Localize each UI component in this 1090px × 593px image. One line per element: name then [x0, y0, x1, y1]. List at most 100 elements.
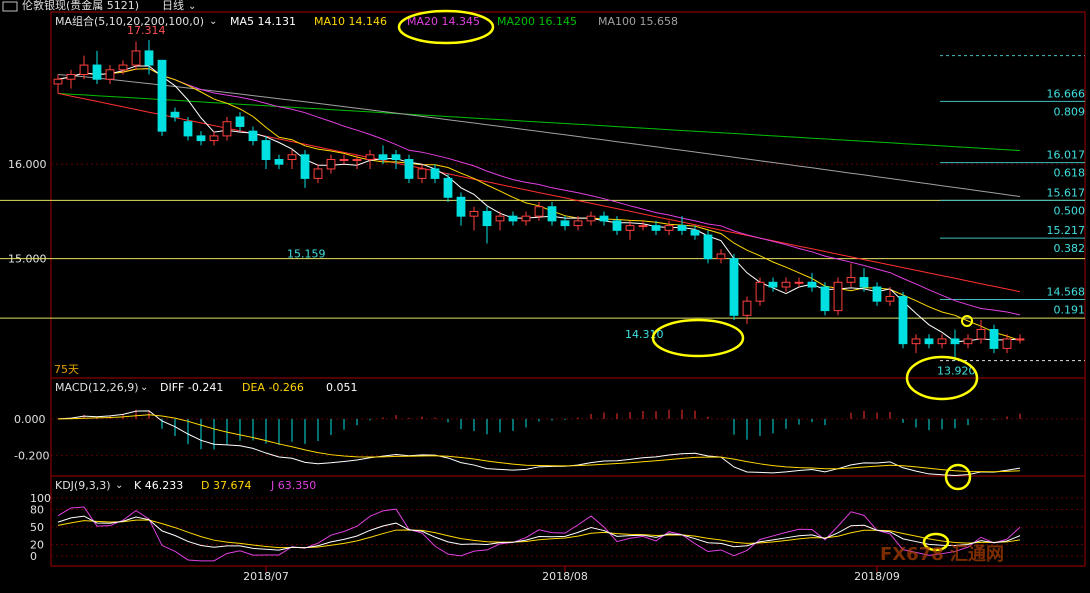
candle-body [469, 210, 479, 217]
candle-body [599, 215, 609, 222]
candle-body [794, 281, 804, 284]
main-y-axis: 16.00015.000 [8, 158, 1085, 266]
y-tick-label: 50 [30, 521, 44, 534]
candle-body [716, 253, 726, 260]
candle-body [963, 338, 973, 345]
fib-price-label: 15.617 [1047, 186, 1086, 199]
candle-body [300, 154, 310, 179]
macd-label[interactable]: MACD(12,26,9) [55, 381, 139, 394]
candle-body [742, 300, 752, 316]
macd-dea: DEA -0.266 [242, 381, 304, 394]
bars-count-label: 75天 [54, 363, 79, 376]
candle-body [989, 329, 999, 349]
candle-body [274, 159, 284, 165]
candle-body [482, 210, 492, 227]
chart-window: 伦敦银现(贵金属 5121) 日线 ⌄ MA组合(5,10,20,200,100… [0, 0, 1090, 589]
candle-body [846, 277, 856, 283]
candle-body [196, 135, 206, 142]
watermark: FX678 汇通网 [880, 544, 1004, 565]
kdj-j-line [57, 506, 1021, 562]
ma100-label: MA100 15.658 [598, 15, 678, 28]
candle-body [859, 277, 869, 288]
candle-body [326, 159, 336, 170]
period-selector[interactable]: 日线 [162, 0, 184, 12]
y-tick-label: 0.000 [14, 413, 46, 426]
candle-body [807, 281, 817, 288]
candle-body [768, 281, 778, 288]
fibonacci-levels: 16.666 0.809 16.017 0.618 15.617 0.500 15.217 0… [940, 87, 1085, 316]
macd-diff: DIFF -0.241 [160, 381, 223, 394]
y-tick-label: 80 [30, 504, 44, 517]
fib-ratio-label: 0.809 [1054, 105, 1086, 118]
candle-body [664, 225, 674, 231]
candle-body [222, 121, 232, 137]
chart-svg: 伦敦银现(贵金属 5121) 日线 ⌄ MA组合(5,10,20,200,100… [0, 0, 1086, 583]
instrument-title: 伦敦银现(贵金属 5121) [22, 0, 139, 12]
candle-body [170, 111, 180, 118]
candle-body [365, 154, 375, 160]
candle-body [443, 177, 453, 198]
fib-price-label: 16.017 [1047, 149, 1086, 162]
candle-body [131, 50, 141, 66]
ma200-line [57, 92, 1021, 151]
y-tick-label: -0.200 [14, 450, 49, 463]
candle-body [924, 338, 934, 345]
x-tick-label: 2018/07 [243, 570, 289, 583]
kdj-j: J 63.350 [270, 479, 316, 492]
kdj-legend: KDJ(9,3,3) ⌄ K 46.233 D 37.674 J 63.350 [55, 479, 316, 492]
kdj-d: D 37.674 [201, 479, 251, 492]
candle-body [287, 154, 297, 160]
chevron-down-icon[interactable]: ⌄ [140, 382, 148, 393]
candle-body [352, 159, 362, 161]
ma10-label: MA10 14.146 [314, 15, 387, 28]
candle-body [833, 281, 843, 312]
candle-body [53, 78, 63, 85]
candle-body [248, 130, 258, 142]
fib-price-label: 15.217 [1047, 224, 1086, 237]
candle-body [105, 69, 115, 80]
macd-plot [57, 409, 1021, 476]
candle-body [157, 59, 167, 132]
x-axis: 2018/07 2018/08 2018/09 [243, 566, 900, 583]
fib-ratio-label: 0.500 [1054, 204, 1086, 217]
candle-body [339, 159, 349, 161]
candle-body [508, 215, 518, 222]
candle-body [391, 154, 401, 160]
fib-ratio-label: 0.618 [1054, 167, 1086, 180]
candle-body [1015, 338, 1025, 341]
chevron-down-icon[interactable]: ⌄ [115, 480, 123, 491]
candle-body [378, 154, 388, 160]
fib-ratio-label: 0.191 [1054, 303, 1086, 316]
x-tick-label: 2018/08 [542, 570, 588, 583]
highlight-ellipse [944, 463, 972, 491]
candle-body [677, 225, 687, 231]
candle-body [586, 215, 596, 222]
candle-body [573, 220, 583, 227]
window-icon[interactable] [2, 1, 18, 12]
high-price-label: 17.314 [127, 24, 166, 37]
candle-body [625, 225, 635, 231]
chevron-down-icon[interactable]: ⌄ [188, 1, 196, 12]
candle-body [729, 258, 739, 316]
candle-body [183, 121, 193, 137]
candle-body [118, 64, 128, 71]
candle-body [638, 225, 648, 228]
candle-body [820, 286, 830, 312]
candle-body [66, 74, 76, 80]
candle-body [547, 206, 557, 222]
y-tick-label: 16.000 [8, 158, 47, 171]
low-price-labels: 15.15914.31013.920 [287, 248, 976, 378]
highlight-ellipse [651, 318, 745, 358]
fib-price-label: 14.568 [1047, 285, 1086, 298]
candle-body [950, 338, 960, 345]
candle-body [92, 64, 102, 80]
candle-body [911, 338, 921, 345]
x-tick-label: 2018/09 [854, 570, 900, 583]
candle-body [209, 135, 219, 142]
candle-body [937, 338, 947, 345]
chevron-down-icon[interactable]: ⌄ [209, 16, 217, 27]
candle-body [404, 159, 414, 179]
candle-body [261, 140, 271, 161]
kdj-label[interactable]: KDJ(9,3,3) [55, 479, 111, 492]
candle-body [235, 116, 245, 127]
